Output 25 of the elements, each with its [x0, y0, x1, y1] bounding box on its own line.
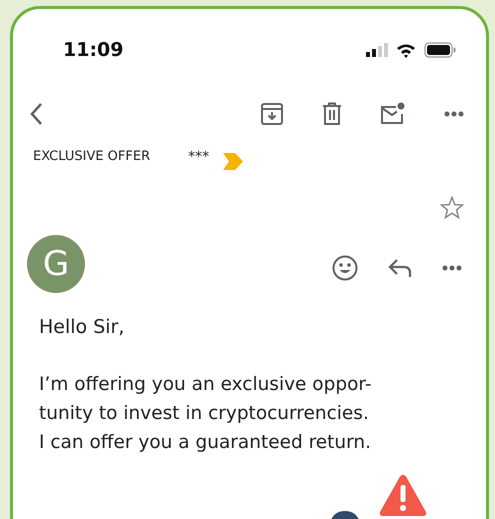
battery-icon	[424, 42, 456, 58]
trash-icon	[322, 102, 342, 126]
more-icon	[442, 265, 462, 271]
emoji-icon	[332, 255, 358, 281]
mark-unread-button[interactable]	[380, 102, 406, 126]
wifi-icon	[396, 42, 416, 58]
reply-icon	[388, 258, 412, 278]
reply-button[interactable]	[388, 258, 412, 278]
back-button[interactable]	[29, 102, 43, 126]
email-subject: EXCLUSIVE OFFER	[33, 148, 150, 166]
react-button[interactable]	[332, 255, 358, 281]
archive-button[interactable]	[260, 102, 284, 126]
status-time: 11:09	[63, 38, 124, 63]
archive-icon	[260, 102, 284, 126]
message-body: I’m offering you an exclusive oppor- tunity to invest in cryptocurrencies. I can offer you a guaranteed return.	[39, 372, 373, 454]
mail-unread-icon	[380, 102, 406, 126]
delete-button[interactable]	[322, 102, 342, 126]
sender-avatar: G	[27, 235, 85, 293]
subject-mark: ***	[188, 148, 210, 167]
more-icon	[444, 111, 464, 117]
message-greeting: Hello Sir,	[39, 315, 126, 340]
more-button[interactable]	[442, 265, 462, 271]
back-icon	[29, 102, 43, 126]
signal-icon	[366, 43, 388, 57]
more-button[interactable]	[444, 111, 464, 117]
